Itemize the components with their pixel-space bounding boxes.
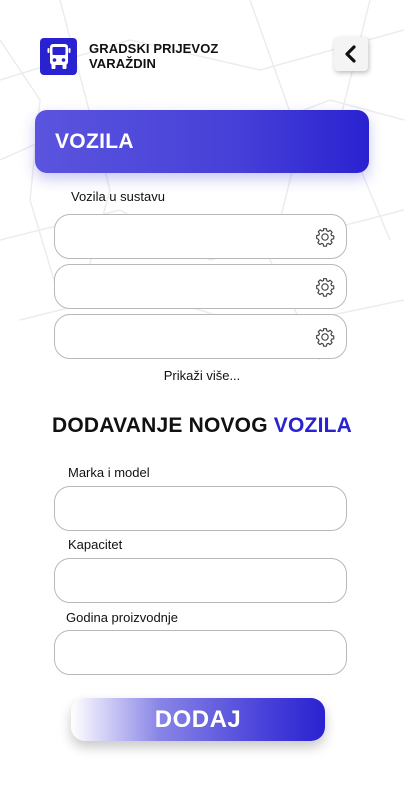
capacity-input[interactable] (54, 558, 347, 603)
gear-icon[interactable] (315, 327, 335, 347)
gear-icon[interactable] (315, 277, 335, 297)
add-vehicle-title: DODAVANJE NOVOG VOZILA (0, 414, 404, 438)
app-title-line2: VARAŽDIN (89, 56, 156, 71)
app-header: GRADSKI PRIJEVOZ VARAŽDIN (0, 0, 404, 100)
capacity-label: Kapacitet (68, 537, 123, 552)
add-title-part1: DODAVANJE NOVOG (52, 414, 268, 437)
app-title-line1: GRADSKI PRIJEVOZ (89, 41, 219, 56)
production-year-label: Godina proizvodnje (66, 610, 179, 625)
vehicle-list-item[interactable] (54, 264, 347, 309)
production-year-input[interactable] (54, 630, 347, 675)
back-button[interactable] (334, 37, 368, 71)
add-title-part2: VOZILA (273, 414, 352, 437)
vehicles-section-title: VOZILA (55, 130, 134, 153)
show-more-link[interactable]: Prikaži više... (0, 368, 404, 383)
add-button-label: DODAJ (154, 705, 242, 733)
make-model-input[interactable] (54, 486, 347, 531)
add-button[interactable]: DODAJ (71, 698, 325, 741)
chevron-left-icon (345, 45, 356, 63)
vehicles-section-banner: VOZILA (35, 110, 369, 173)
bus-icon (40, 38, 77, 75)
vehicle-list-item[interactable] (54, 214, 347, 259)
app-title: GRADSKI PRIJEVOZ VARAŽDIN (89, 41, 218, 71)
vehicle-list-item[interactable] (54, 314, 347, 359)
make-model-label: Marka i model (68, 465, 150, 480)
gear-icon[interactable] (315, 227, 335, 247)
vehicles-list-label: Vozila u sustavu (71, 189, 165, 204)
